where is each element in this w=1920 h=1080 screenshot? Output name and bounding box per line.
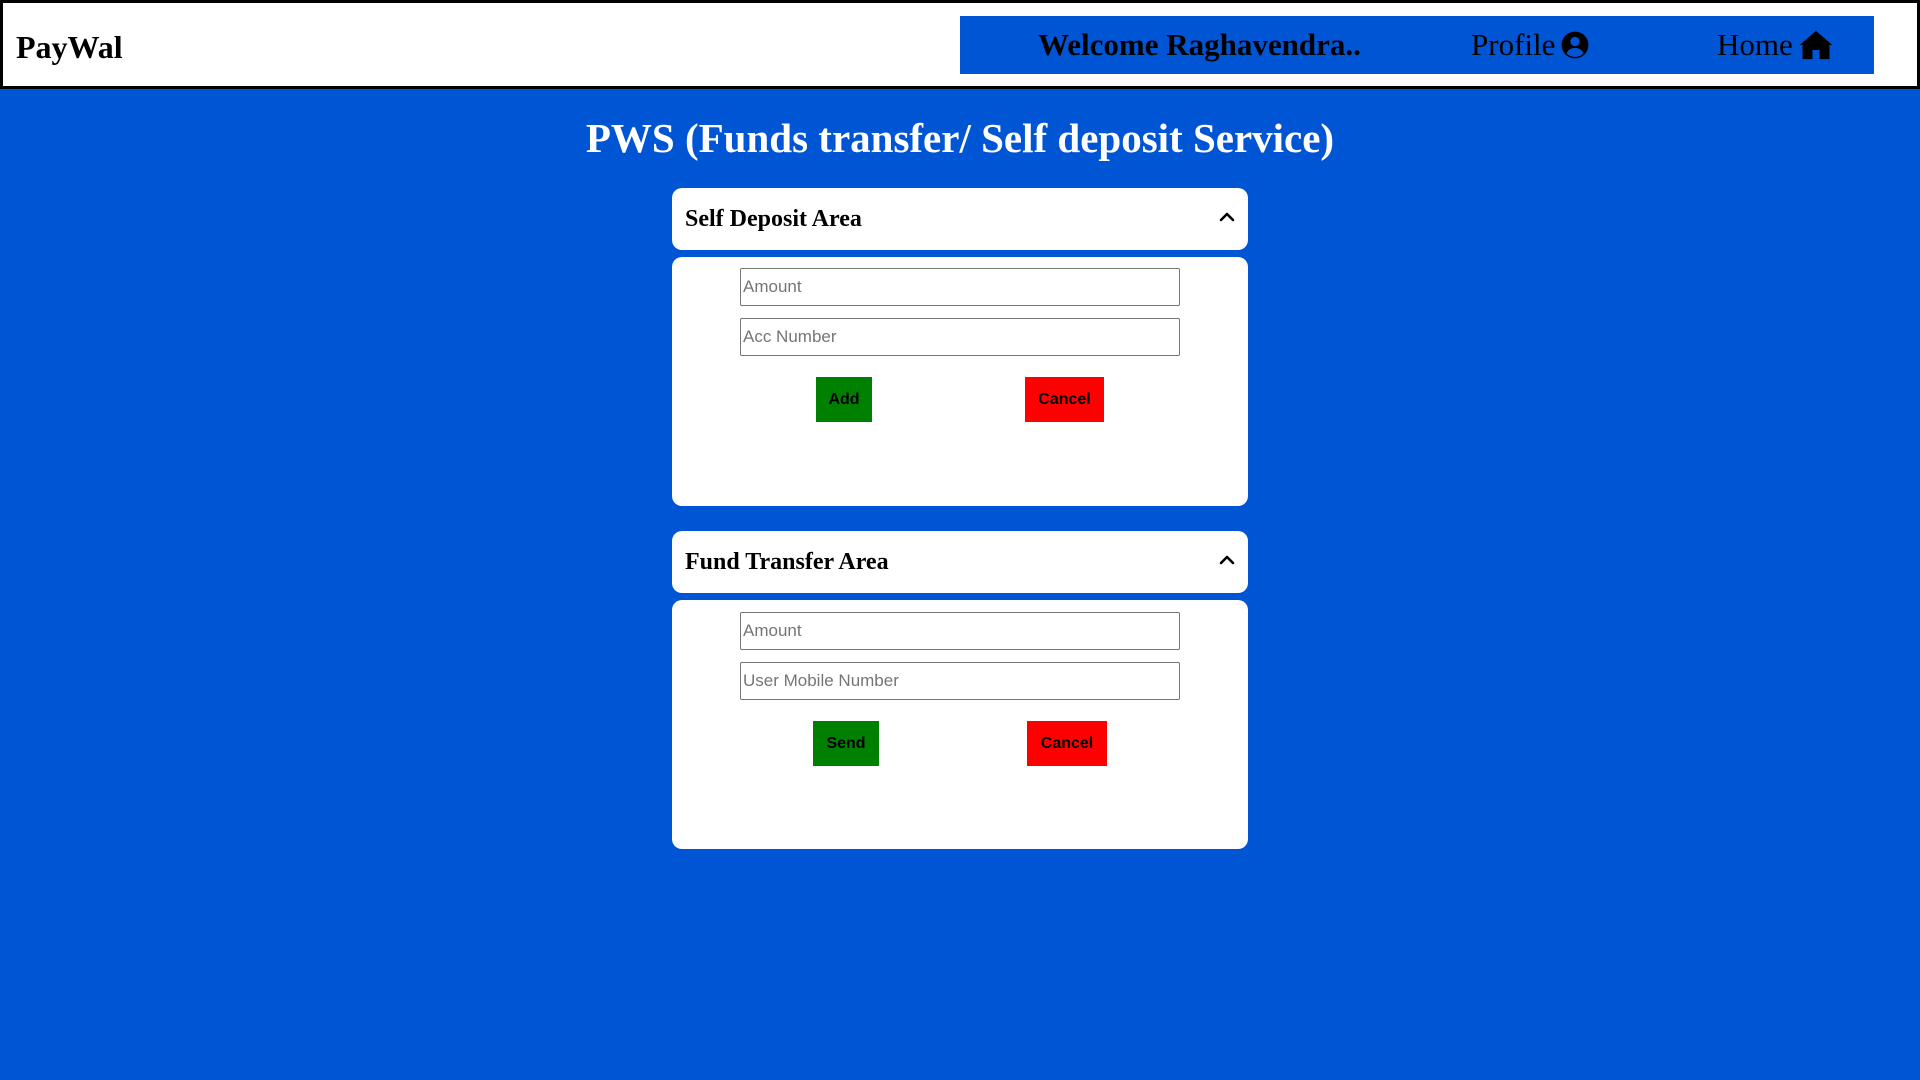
deposit-amount-input[interactable] (740, 268, 1180, 306)
home-icon (1799, 30, 1833, 60)
fund-transfer-title: Fund Transfer Area (685, 549, 889, 575)
transfer-cancel-button[interactable]: Cancel (1027, 721, 1107, 766)
mobile-number-input[interactable] (740, 662, 1180, 700)
nav-bar: Welcome Raghavendra.. Profile Home (960, 16, 1874, 74)
transfer-amount-input[interactable] (740, 612, 1180, 650)
profile-link-label: Profile (1471, 27, 1556, 62)
top-navbar: PayWal Welcome Raghavendra.. Profile Hom… (0, 0, 1920, 89)
welcome-text: Welcome Raghavendra.. (1038, 27, 1361, 62)
send-button[interactable]: Send (813, 721, 879, 766)
account-number-input[interactable] (740, 318, 1180, 356)
chevron-up-icon (1219, 212, 1235, 222)
fund-transfer-panel: Send Cancel (672, 600, 1248, 849)
add-button[interactable]: Add (816, 377, 872, 422)
self-deposit-accordion-header[interactable]: Self Deposit Area (672, 188, 1248, 250)
fund-transfer-accordion-header[interactable]: Fund Transfer Area (672, 531, 1248, 593)
home-link[interactable]: Home (1717, 25, 1833, 65)
brand-logo[interactable]: PayWal (16, 27, 123, 67)
chevron-up-icon (1219, 555, 1235, 565)
profile-link[interactable]: Profile (1471, 25, 1589, 65)
deposit-cancel-button[interactable]: Cancel (1025, 377, 1104, 422)
page-title: PWS (Funds transfer/ Self deposit Servic… (585, 115, 1335, 161)
user-circle-icon (1561, 31, 1589, 59)
home-link-label: Home (1717, 27, 1793, 62)
self-deposit-title: Self Deposit Area (685, 206, 862, 232)
self-deposit-panel: Add Cancel (672, 257, 1248, 506)
